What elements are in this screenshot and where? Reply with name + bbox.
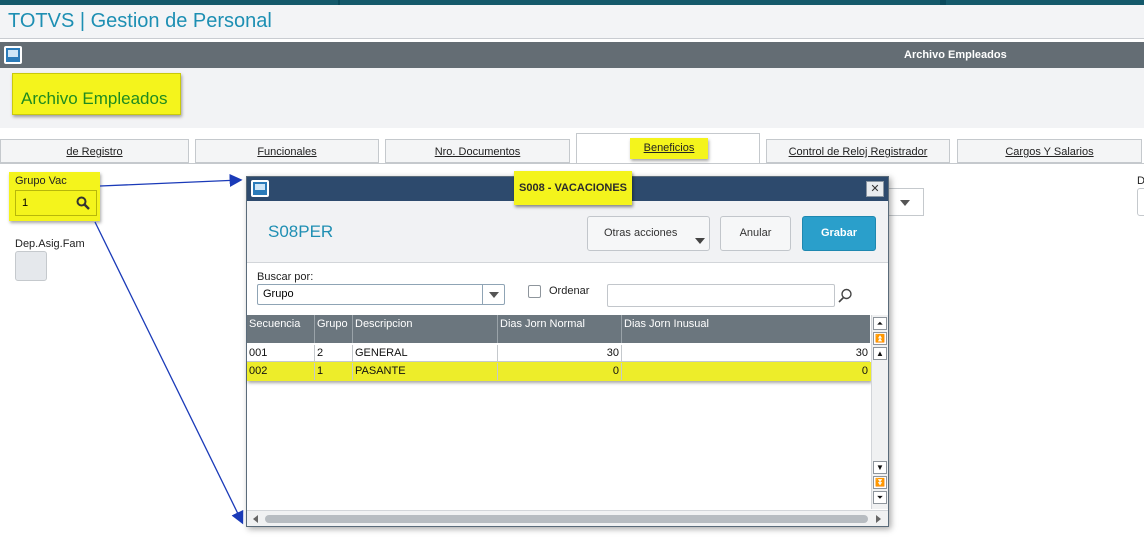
tab-de-registro[interactable]: de Registro: [0, 139, 189, 163]
scroll-top-icon[interactable]: ⏶: [873, 317, 887, 330]
column-header[interactable]: Descripcion: [353, 315, 498, 343]
tab-label: de Registro: [66, 146, 123, 158]
window-title-bar: Archivo Empleados: [0, 42, 1144, 68]
window-icon: [251, 180, 269, 197]
tab-cargos-y-salarios[interactable]: Cargos Y Salarios: [957, 139, 1142, 163]
highlighted-page-title: Archivo Empleados: [12, 73, 181, 115]
tab-label: Nro. Documentos: [434, 146, 521, 158]
grupo-vac-label: Grupo Vac: [15, 175, 67, 187]
scroll-page-up-icon[interactable]: ⏫: [873, 332, 887, 345]
tab-beneficios-label[interactable]: Beneficios: [630, 138, 708, 159]
otras-acciones-button[interactable]: Otras acciones: [587, 216, 710, 251]
column-header[interactable]: Grupo: [315, 315, 353, 343]
horizontal-scroll-thumb[interactable]: [265, 515, 868, 523]
table-code: S08PER: [268, 222, 334, 241]
tab-label: Control de Reloj Registrador: [788, 146, 928, 158]
dep-asig-fam-label: Dep.Asig.Fam: [15, 238, 85, 250]
tab-control-de-reloj[interactable]: Control de Reloj Registrador: [766, 139, 950, 163]
vertical-scrollbar[interactable]: ⏶ ⏫ ▲ ▼ ⏬ ⏷: [871, 315, 888, 509]
scroll-left-icon[interactable]: [253, 515, 258, 523]
chevron-down-icon[interactable]: [482, 285, 504, 304]
table-row-selected[interactable]: 002 1 PASANTE 0 0: [247, 363, 870, 380]
scroll-right-icon[interactable]: [876, 515, 881, 523]
search-icon[interactable]: [76, 196, 90, 210]
chevron-down-icon: [695, 238, 705, 244]
tab-nro-documentos[interactable]: Nro. Documentos: [385, 139, 570, 163]
right-field-label: D: [1137, 175, 1144, 187]
vacaciones-dialog: ✕ S08PER Otras acciones Anular Grabar Bu…: [246, 176, 889, 527]
grabar-button[interactable]: Grabar: [802, 216, 876, 251]
window-icon[interactable]: [4, 46, 22, 64]
dep-asig-fam-field[interactable]: [15, 251, 47, 281]
app-title: TOTVS | Gestion de Personal: [8, 10, 272, 32]
cell-descripcion: PASANTE: [353, 363, 498, 380]
cell-dias-jorn-inusual: 30: [855, 347, 868, 359]
page-title: Archivo Empleados: [21, 89, 168, 108]
ordenar-checkbox[interactable]: [528, 285, 541, 298]
tab-label: Cargos Y Salarios: [1005, 146, 1094, 158]
data-grid: Secuencia Grupo Descripcion Dias Jorn No…: [247, 315, 871, 509]
button-label: Grabar: [820, 227, 858, 239]
horizontal-scrollbar[interactable]: [247, 510, 888, 526]
column-header[interactable]: Dias Jorn Normal: [498, 315, 622, 343]
button-label: Otras acciones: [604, 227, 678, 239]
tab-label: Beneficios: [643, 142, 695, 154]
app-title-bar: TOTVS | Gestion de Personal: [0, 5, 1144, 39]
tab-divider: [0, 163, 1144, 164]
cell-dias-jorn-inusual: 0: [861, 365, 868, 377]
background-combo-arrow[interactable]: [888, 188, 924, 216]
column-header[interactable]: Secuencia: [247, 315, 315, 343]
cell-dias-jorn-normal: 30: [498, 345, 622, 362]
close-icon[interactable]: ✕: [866, 181, 884, 197]
window-title: Archivo Empleados: [904, 49, 1007, 61]
scroll-up-icon[interactable]: ▲: [873, 347, 887, 360]
ordenar-label: Ordenar: [549, 285, 590, 297]
arrow-to-dialog: [99, 173, 243, 187]
cell-descripcion: GENERAL: [353, 345, 498, 362]
dialog-header: S08PER Otras acciones Anular Grabar: [247, 201, 888, 263]
dialog-title-highlight: S008 - VACACIONES: [514, 171, 632, 205]
grid-header: Secuencia Grupo Descripcion Dias Jorn No…: [247, 315, 870, 343]
cell-dias-jorn-normal: 0: [498, 363, 622, 380]
search-icon[interactable]: [837, 288, 853, 304]
tab-funcionales[interactable]: Funcionales: [195, 139, 379, 163]
anular-button[interactable]: Anular: [720, 216, 791, 251]
scroll-page-down-icon[interactable]: ⏬: [873, 476, 887, 489]
cell-grupo: 2: [315, 345, 353, 362]
column-header[interactable]: Dias Jorn Inusual: [622, 315, 870, 343]
scroll-down-icon[interactable]: ▼: [873, 461, 887, 474]
select-value: Grupo: [263, 288, 294, 300]
buscar-por-select[interactable]: Grupo: [257, 284, 505, 305]
tab-bar: de Registro Funcionales Nro. Documentos …: [0, 128, 1144, 164]
dialog-title: S008 - VACACIONES: [519, 182, 627, 194]
search-input[interactable]: [607, 284, 835, 307]
arrow-to-dialog-bottom: [94, 221, 244, 525]
scroll-bottom-icon[interactable]: ⏷: [873, 491, 887, 504]
cell-secuencia: 002: [247, 363, 315, 380]
table-row[interactable]: 001 2 GENERAL 30 30: [247, 345, 870, 362]
tab-label: Funcionales: [257, 146, 317, 158]
button-label: Anular: [739, 227, 772, 239]
buscar-por-label: Buscar por:: [257, 271, 314, 283]
cell-grupo: 1: [315, 363, 353, 380]
right-field[interactable]: [1137, 188, 1144, 216]
cell-secuencia: 001: [247, 345, 315, 362]
